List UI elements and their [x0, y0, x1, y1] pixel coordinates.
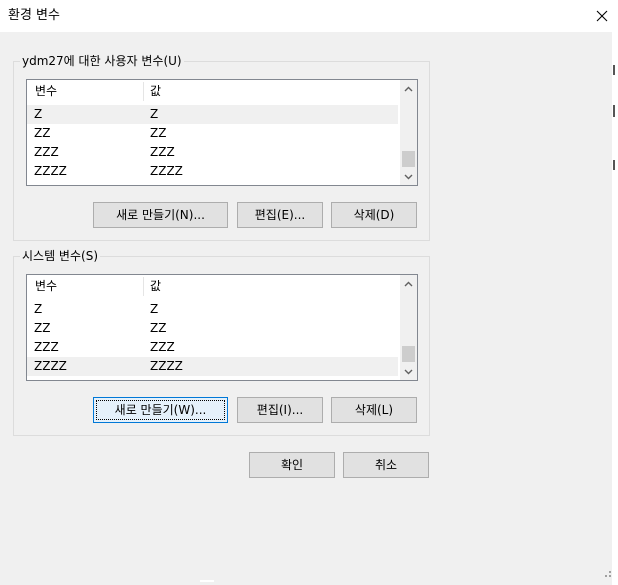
variable-name: ZZ — [34, 126, 51, 140]
close-icon — [596, 10, 608, 22]
variable-name: ZZZ — [34, 340, 59, 354]
column-separator[interactable] — [143, 82, 144, 101]
variable-name: Z — [34, 302, 43, 316]
system-new-button[interactable]: 새로 만들기(W)... — [93, 397, 228, 423]
user-edit-button[interactable]: 편집(E)... — [237, 202, 323, 228]
table-row[interactable]: ZZZZ ZZZZ — [27, 357, 398, 376]
list-header: 변수 값 — [27, 275, 398, 298]
bottom-edge-mark — [200, 580, 214, 582]
system-edit-button[interactable]: 편집(I)... — [237, 397, 323, 423]
variable-value: ZZZZ — [150, 359, 183, 373]
user-variables-label: ydm27에 대한 사용자 변수(U) — [20, 53, 184, 69]
system-variables-list[interactable]: 변수 값 Z Z ZZ ZZ ZZZ ZZZ ZZZZ ZZZZ — [26, 274, 418, 381]
title-bar: 환경 변수 — [0, 0, 618, 32]
scroll-down-button[interactable] — [400, 168, 417, 185]
edge-mark — [613, 105, 615, 117]
variable-value: ZZ — [150, 321, 167, 335]
column-separator[interactable] — [143, 277, 144, 296]
variable-name: Z — [34, 107, 43, 121]
close-button[interactable] — [586, 0, 618, 32]
table-row[interactable]: ZZZ ZZZ — [27, 338, 398, 357]
chevron-down-icon — [404, 369, 413, 374]
cancel-button[interactable]: 취소 — [343, 452, 429, 478]
resize-grip-icon[interactable] — [600, 566, 612, 578]
list-header: 변수 값 — [27, 80, 398, 103]
table-row[interactable]: ZZZ ZZZ — [27, 143, 398, 162]
variable-name: ZZ — [34, 321, 51, 335]
user-delete-button[interactable]: 삭제(D) — [331, 202, 417, 228]
table-row[interactable]: ZZ ZZ — [27, 124, 398, 143]
edge-mark — [613, 160, 615, 170]
chevron-up-icon — [404, 281, 413, 286]
variable-name: ZZZZ — [34, 164, 67, 178]
table-row[interactable]: ZZ ZZ — [27, 319, 398, 338]
column-header-variable[interactable]: 변수 — [35, 84, 57, 99]
chevron-down-icon — [404, 174, 413, 179]
system-delete-button[interactable]: 삭제(L) — [331, 397, 417, 423]
vertical-scrollbar[interactable] — [400, 275, 417, 380]
variable-value: Z — [150, 107, 159, 121]
column-header-value[interactable]: 값 — [150, 279, 161, 294]
variable-value: ZZ — [150, 126, 167, 140]
column-header-value[interactable]: 값 — [150, 84, 161, 99]
table-row[interactable]: ZZZZ ZZZZ — [27, 162, 398, 181]
variable-name: ZZZZ — [34, 359, 67, 373]
edge-mark — [613, 65, 615, 75]
table-row[interactable]: Z Z — [27, 105, 398, 124]
table-row[interactable]: Z Z — [27, 300, 398, 319]
variable-name: ZZZ — [34, 145, 59, 159]
scroll-thumb[interactable] — [402, 151, 415, 167]
variable-value: ZZZ — [150, 340, 175, 354]
window-title: 환경 변수 — [8, 8, 60, 23]
variable-value: ZZZZ — [150, 164, 183, 178]
scroll-thumb[interactable] — [402, 346, 415, 362]
system-variables-label: 시스템 변수(S) — [20, 248, 100, 264]
scroll-down-button[interactable] — [400, 363, 417, 380]
scroll-up-button[interactable] — [400, 80, 417, 97]
user-variables-list[interactable]: 변수 값 Z Z ZZ ZZ ZZZ ZZZ ZZZZ ZZZZ — [26, 79, 418, 186]
column-header-variable[interactable]: 변수 — [35, 279, 57, 294]
chevron-up-icon — [404, 86, 413, 91]
ok-button[interactable]: 확인 — [249, 452, 335, 478]
variable-value: Z — [150, 302, 159, 316]
scroll-up-button[interactable] — [400, 275, 417, 292]
variable-value: ZZZ — [150, 145, 175, 159]
vertical-scrollbar[interactable] — [400, 80, 417, 185]
user-new-button[interactable]: 새로 만들기(N)... — [93, 202, 228, 228]
